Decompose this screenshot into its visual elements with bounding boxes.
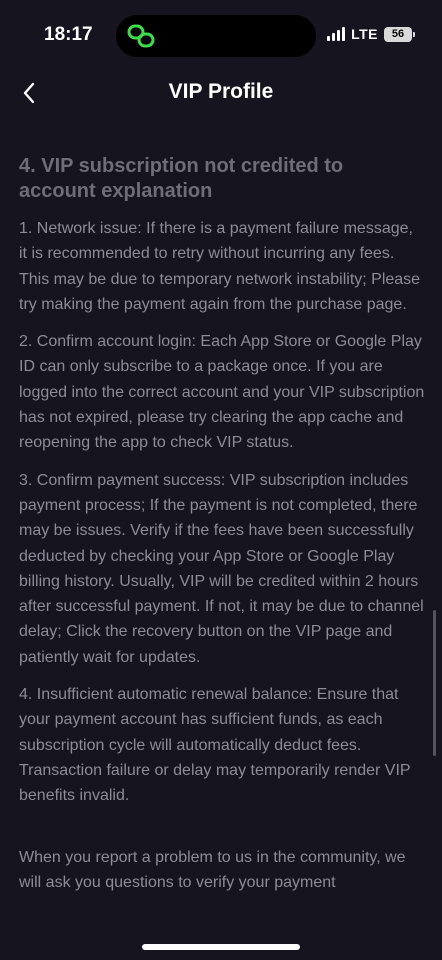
status-indicators: LTE 56 <box>327 26 415 42</box>
paragraph-network-issue: 1. Network issue: If there is a payment … <box>19 220 421 313</box>
status-time: 18:17 <box>44 24 93 45</box>
chevron-left-icon <box>23 82 35 104</box>
faq-content[interactable]: 4. VIP subscription not credited to acco… <box>19 154 425 907</box>
home-indicator[interactable] <box>142 944 300 950</box>
paragraph-report-problem: When you report a problem to us in the c… <box>19 848 406 891</box>
battery-icon: 56 <box>384 26 415 42</box>
section-heading: 4. VIP subscription not credited to acco… <box>19 155 344 202</box>
paragraph-payment-success: 3. Confirm payment success: VIP subscrip… <box>19 471 424 666</box>
paragraph-account-login: 2. Confirm account login: Each App Store… <box>19 333 425 452</box>
back-button[interactable] <box>14 78 44 108</box>
signal-icon <box>327 27 346 41</box>
scrollbar[interactable] <box>433 610 436 756</box>
dynamic-island[interactable] <box>116 15 316 57</box>
paragraph-renewal-balance: 4. Insufficient automatic renewal balanc… <box>19 686 411 805</box>
nav-bar: VIP Profile <box>0 70 442 116</box>
status-bar: 18:17 LTE 56 <box>0 0 442 70</box>
page-title: VIP Profile <box>168 80 274 103</box>
link-icon <box>127 24 155 48</box>
network-label: LTE <box>351 26 378 42</box>
